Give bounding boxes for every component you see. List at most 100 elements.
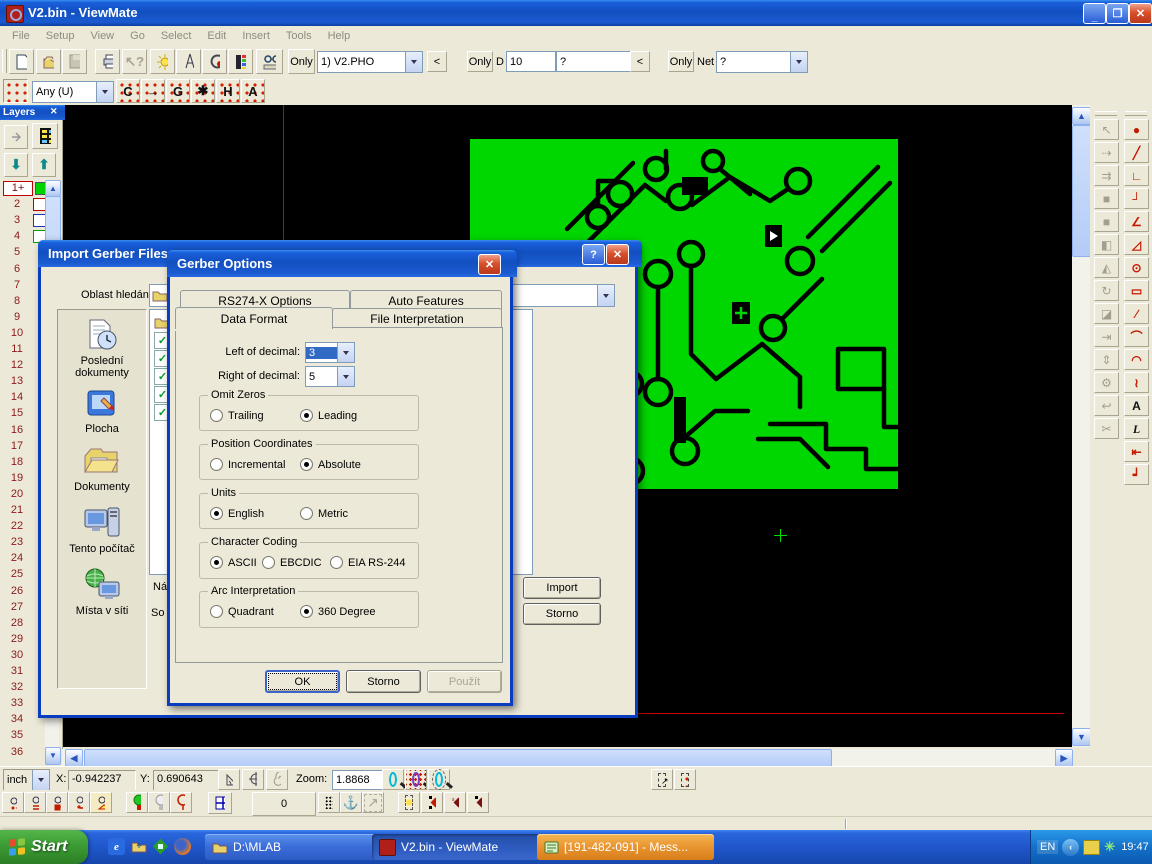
draw-corner2-button[interactable]: ┙ — [1124, 464, 1149, 485]
relative-move-button[interactable]: ↗ — [362, 792, 384, 813]
highlight-off-button[interactable] — [148, 792, 170, 813]
ie-quicklaunch-icon[interactable]: e — [108, 838, 125, 855]
layers-scroll-up-icon[interactable]: ▲ — [45, 180, 61, 197]
apply-button[interactable]: Použít — [427, 670, 502, 693]
snap-to-button[interactable]: ⇥ — [1094, 326, 1119, 347]
dcode-c-button[interactable]: C — [116, 79, 140, 103]
zoom-selection-button[interactable] — [405, 769, 427, 790]
menu-setup[interactable]: Setup — [38, 27, 83, 45]
dcode-value-field[interactable]: 10 — [506, 51, 556, 72]
move-item-button[interactable]: ⇢ — [1094, 142, 1119, 163]
help-icon[interactable]: ? — [582, 244, 605, 265]
restore-button[interactable]: ❐ — [1106, 3, 1129, 24]
layer-down-button[interactable]: ⬇ — [4, 153, 28, 177]
close-button[interactable]: ✕ — [1129, 3, 1152, 24]
canvas-vscrollbar[interactable]: ▲ ▼ — [1072, 105, 1090, 747]
layer-up-button[interactable]: ⬆ — [32, 153, 56, 177]
menu-file[interactable]: File — [4, 27, 38, 45]
chevron-down-icon[interactable] — [405, 52, 422, 72]
tab-auto-features[interactable]: Auto Features — [350, 290, 502, 310]
radio-ascii[interactable]: ASCII — [210, 556, 257, 569]
chevron-down-icon[interactable] — [790, 52, 807, 72]
scale-button[interactable]: ◪ — [1094, 303, 1119, 324]
close-icon[interactable]: ✕ — [50, 106, 58, 117]
undo-button[interactable]: ↩ — [1094, 395, 1119, 416]
scroll-down-icon[interactable]: ▼ — [1072, 728, 1091, 746]
clear-view-button[interactable] — [150, 49, 175, 74]
place-recent[interactable]: Poslední dokumenty — [58, 318, 146, 379]
dcode-flash-button[interactable]: ✱ — [191, 79, 215, 103]
select-region-button[interactable] — [674, 769, 696, 790]
only-net-button[interactable]: Only — [668, 51, 694, 72]
draw-line-button[interactable]: ╱ — [1124, 142, 1149, 163]
chevron-down-icon[interactable] — [337, 367, 354, 386]
vscroll-thumb[interactable] — [1072, 125, 1091, 257]
import-button[interactable]: Import — [523, 577, 601, 599]
radio-ebcdic[interactable]: EBCDIC — [262, 556, 322, 569]
zoom-window-button[interactable] — [428, 769, 450, 790]
save-button[interactable] — [62, 49, 87, 74]
menu-edit[interactable]: Edit — [199, 27, 234, 45]
radio-eia-rs244[interactable]: EIA RS-244 — [330, 556, 405, 569]
flip-button[interactable]: ◭ — [1094, 257, 1119, 278]
hscroll-thumb[interactable] — [84, 749, 832, 767]
select-cursor-button[interactable]: ↖ — [1094, 119, 1119, 140]
firefox-quicklaunch-icon[interactable] — [174, 838, 191, 855]
resize-region-button[interactable]: ↗ — [651, 769, 673, 790]
chevron-down-icon[interactable] — [597, 285, 614, 306]
copy-item-button[interactable]: ⇉ — [1094, 165, 1119, 186]
block-fill-1-button[interactable]: ■ — [1094, 188, 1119, 209]
tray-flower-icon[interactable]: ✳ — [1104, 839, 1115, 855]
folder-quicklaunch-icon[interactable] — [130, 838, 147, 855]
draw-triangle-button[interactable]: ◿ — [1124, 234, 1149, 255]
draw-angle-button[interactable]: ∠ — [1124, 211, 1149, 232]
menu-help[interactable]: Help — [320, 27, 359, 45]
draw-dimension-button[interactable]: ⇤ — [1124, 441, 1149, 462]
scroll-left-icon[interactable]: ◀ — [65, 749, 83, 767]
close-icon[interactable]: ✕ — [478, 254, 501, 275]
context-help-button[interactable]: ↖? — [122, 49, 147, 74]
place-network[interactable]: Místa v síti — [58, 568, 146, 617]
only-layer-button[interactable]: Only — [288, 49, 315, 74]
gerber-cancel-button[interactable]: Storno — [346, 670, 421, 693]
task-messenger-alert[interactable]: [191-482-091] - Mess... — [537, 834, 714, 860]
unit-combo[interactable]: inch — [3, 769, 50, 791]
tab-data-format[interactable]: Data Format — [175, 307, 333, 329]
print-button[interactable] — [95, 49, 120, 74]
hole-mark-button[interactable] — [467, 792, 489, 813]
start-button[interactable]: Start — [0, 830, 88, 864]
draw-label-button[interactable]: L — [1124, 418, 1149, 439]
spiral-locate-button[interactable] — [266, 769, 288, 790]
options-gear-button[interactable]: ⚙ — [1094, 372, 1119, 393]
tile-windows-button[interactable] — [208, 792, 232, 814]
pad-mark-button[interactable] — [421, 792, 443, 813]
place-desktop[interactable]: Plocha — [58, 388, 146, 435]
scroll-up-icon[interactable]: ▲ — [1072, 107, 1091, 125]
aperture-filter-combo[interactable]: Any (U) — [32, 81, 114, 103]
tab-file-interpretation[interactable]: File Interpretation — [332, 308, 502, 328]
dcode-text-button[interactable]: A — [241, 79, 265, 103]
view-traces-button[interactable] — [24, 792, 46, 813]
hide-tray-icons-icon[interactable]: ‹ — [1062, 839, 1079, 856]
inspect-ruler-button[interactable] — [256, 49, 283, 74]
menu-select[interactable]: Select — [153, 27, 200, 45]
radio-incremental[interactable]: Incremental — [210, 458, 285, 471]
tray-notes-icon[interactable] — [1083, 840, 1100, 855]
radio-metric[interactable]: Metric — [300, 507, 348, 520]
stretch-button[interactable]: ⇕ — [1094, 349, 1119, 370]
new-file-button[interactable] — [9, 49, 34, 74]
place-documents[interactable]: Dokumenty — [58, 446, 146, 493]
draw-s-curve-button[interactable]: ≀ — [1124, 372, 1149, 393]
open-file-button[interactable] — [36, 49, 61, 74]
zoom-in-button[interactable] — [382, 769, 404, 790]
mirror-button[interactable]: ◧ — [1094, 234, 1119, 255]
dcode-g-button[interactable]: G — [166, 79, 190, 103]
chevron-down-icon[interactable] — [337, 343, 354, 362]
layer-select-combo[interactable]: 1) V2.PHO — [317, 51, 423, 73]
radio-quadrant[interactable]: Quadrant — [210, 605, 274, 618]
cut-button[interactable]: ✂ — [1094, 418, 1119, 439]
menu-insert[interactable]: Insert — [234, 27, 278, 45]
place-computer[interactable]: Tento počítač — [58, 506, 146, 555]
radio-english[interactable]: English — [210, 507, 264, 520]
view-pads-button[interactable] — [2, 792, 24, 813]
